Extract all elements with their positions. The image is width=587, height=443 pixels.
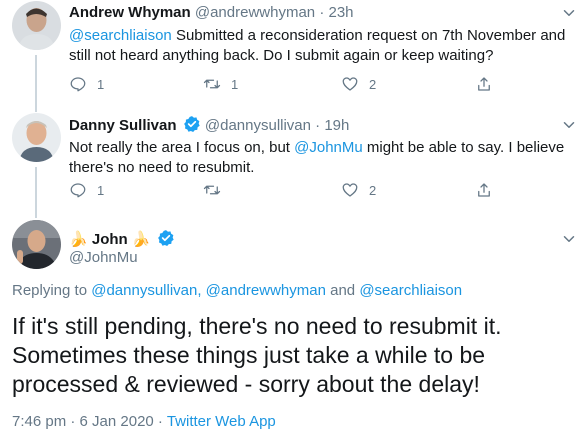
mention-link[interactable]: @JohnMu bbox=[294, 139, 363, 156]
user-handle[interactable]: @JohnMu bbox=[69, 249, 138, 266]
thread-line-top bbox=[35, 206, 37, 218]
like-button[interactable]: 2 bbox=[341, 74, 376, 94]
reply-count: 1 bbox=[97, 76, 105, 92]
share-button[interactable] bbox=[475, 180, 493, 200]
like-icon bbox=[342, 183, 358, 197]
timestamp[interactable]: 19h bbox=[324, 117, 349, 134]
retweet-icon bbox=[203, 185, 221, 195]
timestamp[interactable]: 23h bbox=[328, 4, 353, 21]
user-handle[interactable]: @dannysullivan bbox=[205, 117, 311, 134]
like-count: 2 bbox=[369, 182, 377, 198]
share-button[interactable] bbox=[475, 74, 493, 94]
display-name[interactable]: Danny Sullivan bbox=[69, 117, 177, 134]
tweet-header: Danny Sullivan @dannysullivan · 19h bbox=[69, 115, 349, 136]
tweet-danny[interactable]: Danny Sullivan @dannysullivan · 19h Not … bbox=[0, 105, 587, 206]
chevron-down-icon[interactable] bbox=[560, 4, 578, 22]
avatar-danny[interactable] bbox=[12, 113, 61, 162]
reply-icon bbox=[70, 183, 86, 198]
verified-icon bbox=[183, 116, 200, 132]
retweet-count: 1 bbox=[231, 76, 239, 92]
reply-count: 1 bbox=[97, 182, 105, 198]
thread-line-top bbox=[35, 105, 37, 112]
separator: · bbox=[319, 4, 325, 21]
display-name[interactable]: John bbox=[92, 231, 128, 248]
chevron-down-icon[interactable] bbox=[560, 116, 578, 134]
tweet-timestamp[interactable]: 7:46 pm · 6 Jan 2020 · bbox=[12, 413, 167, 430]
reply-icon bbox=[70, 77, 86, 92]
main-tweet-header: 🍌 John 🍌 bbox=[69, 229, 175, 250]
banana-emoji: 🍌 bbox=[131, 231, 151, 248]
main-tweet-handle-row: @JohnMu bbox=[69, 248, 138, 268]
separator: · bbox=[315, 117, 321, 134]
avatar-andrew[interactable] bbox=[12, 1, 61, 50]
share-icon bbox=[478, 183, 490, 197]
chevron-down-icon[interactable] bbox=[560, 230, 578, 248]
tweet-actions: 1 2 bbox=[69, 180, 569, 200]
replying-mentions[interactable]: @dannysullivan, @andrewwhyman bbox=[91, 282, 326, 299]
replying-prefix: Replying to bbox=[12, 282, 92, 299]
tweet-meta: 7:46 pm · 6 Jan 2020 · Twitter Web App bbox=[12, 413, 276, 430]
retweet-icon bbox=[203, 79, 221, 89]
thread-line bbox=[35, 167, 37, 206]
avatar-john[interactable] bbox=[12, 220, 61, 269]
reply-button[interactable]: 1 bbox=[69, 74, 104, 94]
replying-mention-link[interactable]: @searchliaison bbox=[359, 282, 462, 299]
share-icon bbox=[478, 77, 490, 91]
tweet-text: @searchliaison Submitted a reconsiderati… bbox=[69, 26, 579, 66]
tweet-text-body: Not really the area I focus on, but bbox=[69, 139, 295, 156]
thread-line bbox=[35, 55, 37, 105]
retweet-button[interactable] bbox=[203, 180, 231, 200]
like-count: 2 bbox=[369, 76, 377, 92]
banana-emoji: 🍌 bbox=[69, 231, 88, 248]
replying-and: and bbox=[325, 282, 360, 299]
replying-to: Replying to @dannysullivan, @andrewwhyma… bbox=[12, 282, 462, 299]
tweet-andrew[interactable]: Andrew Whyman @andrewwhyman · 23h @searc… bbox=[0, 0, 587, 110]
main-tweet-text: If it's still pending, there's no need t… bbox=[12, 313, 502, 397]
display-name[interactable]: Andrew Whyman bbox=[69, 4, 191, 21]
like-icon bbox=[342, 77, 358, 91]
tweet-text: Not really the area I focus on, but @Joh… bbox=[69, 138, 579, 178]
tweet-header: Andrew Whyman @andrewwhyman · 23h bbox=[69, 3, 354, 23]
verified-icon bbox=[157, 230, 174, 246]
user-handle[interactable]: @andrewwhyman bbox=[195, 4, 315, 21]
source-app-link[interactable]: Twitter Web App bbox=[167, 413, 276, 430]
mention-link[interactable]: @searchliaison bbox=[69, 27, 172, 44]
retweet-button[interactable]: 1 bbox=[203, 74, 238, 94]
like-button[interactable]: 2 bbox=[341, 180, 376, 200]
reply-button[interactable]: 1 bbox=[69, 180, 104, 200]
tweet-actions: 1 1 2 bbox=[69, 74, 569, 94]
